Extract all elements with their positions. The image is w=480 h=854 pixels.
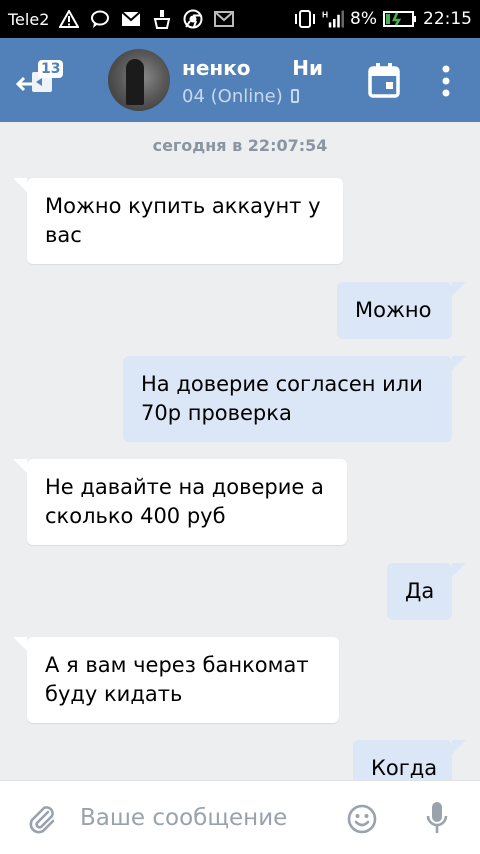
chat-bubble-icon [89, 8, 111, 30]
mail-icon [213, 8, 235, 30]
cleaner-icon [151, 8, 173, 30]
clock: 22:15 [423, 9, 472, 29]
warning-icon [58, 8, 80, 30]
more-vertical-icon [442, 65, 450, 97]
online-status-text: 04 (Online) [182, 86, 283, 107]
message-text: Не давайте на доверие а сколько 400 руб [45, 475, 324, 528]
calendar-button[interactable] [368, 62, 400, 98]
message-text: Можно купить аккаунт у вас [45, 194, 321, 247]
avatar[interactable] [108, 49, 170, 111]
message-incoming[interactable]: Можно купить аккаунт у вас [13, 178, 343, 264]
calendar-icon [368, 63, 400, 98]
status-bar: Tele2 H 8% 22:15 [0, 0, 480, 38]
back-button[interactable]: 13 [14, 58, 74, 102]
battery-icon [383, 8, 417, 30]
microphone-icon [426, 802, 448, 833]
message-outgoing[interactable]: Когда [353, 740, 466, 780]
message-text: Можно [355, 298, 432, 322]
message-composer [0, 780, 480, 854]
more-options-button[interactable] [436, 64, 456, 98]
battery-percent: 8% [350, 9, 377, 29]
message-outgoing[interactable]: На доверие согласен или 70р проверка [123, 356, 466, 442]
message-incoming[interactable]: Не давайте на доверие а сколько 400 руб [13, 459, 347, 545]
message-input[interactable] [80, 797, 330, 839]
signal-icon: H [322, 8, 345, 30]
message-list[interactable]: сегодня в 22:07:54 Можно купить аккаунт … [0, 122, 480, 780]
gmail-icon [120, 8, 142, 30]
attach-button[interactable] [26, 803, 58, 835]
message-text: На доверие согласен или 70р проверка [141, 372, 423, 425]
carrier-name: Tele2 [8, 9, 50, 29]
svg-text:H: H [322, 9, 328, 19]
chat-header: 13 ненко Ни 04 (Online) [0, 38, 480, 122]
voice-message-button[interactable] [426, 801, 448, 835]
contact-name[interactable]: ненко Ни [182, 56, 337, 80]
message-outgoing[interactable]: Можно [337, 282, 466, 339]
unread-count-badge: 13 [38, 60, 64, 78]
mobile-device-icon [291, 89, 300, 103]
message-text: Да [405, 579, 435, 603]
message-outgoing[interactable]: Да [387, 563, 466, 620]
chrome-icon [182, 8, 204, 30]
smiley-icon [347, 804, 377, 834]
vibrate-icon [294, 8, 316, 30]
message-text: Когда [371, 756, 438, 780]
online-status: 04 (Online) [182, 86, 307, 107]
date-separator: сегодня в 22:07:54 [152, 136, 328, 155]
paperclip-icon [29, 806, 55, 834]
message-incoming[interactable]: А я вам через банкомат буду кидать [13, 637, 339, 723]
emoji-button[interactable] [346, 803, 378, 835]
message-text: А я вам через банкомат буду кидать [45, 653, 309, 706]
